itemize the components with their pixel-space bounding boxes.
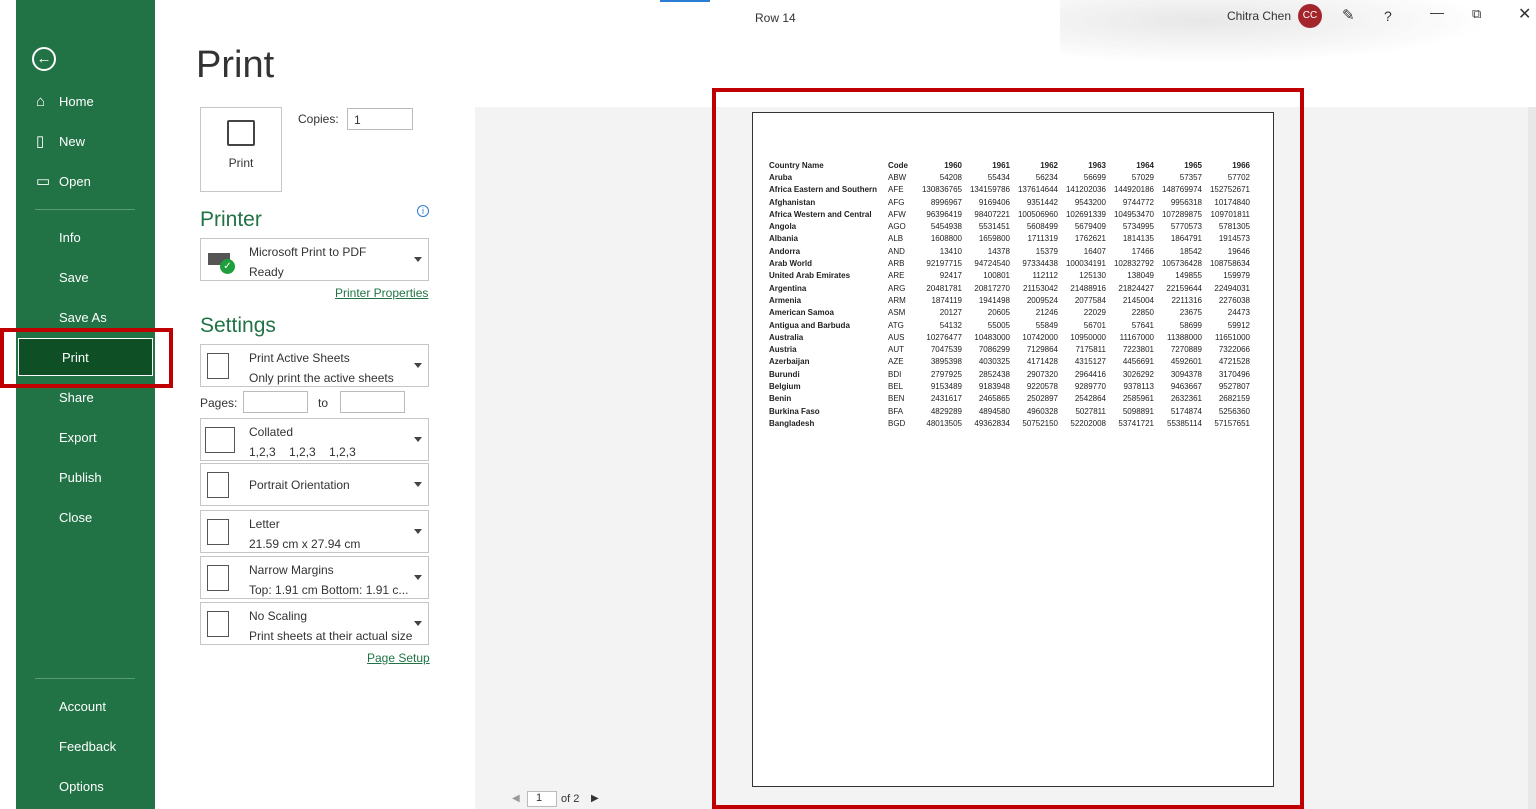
collated-icon [205,427,235,453]
nav-label: Save [59,269,89,285]
setting-title: Print Active Sheets [249,351,350,365]
back-button[interactable]: ← [32,47,56,71]
restore-button[interactable]: ⧉ [1472,6,1481,22]
printer-properties-link[interactable]: Printer Properties [335,286,428,300]
next-page-button[interactable]: ▶ [591,793,599,804]
nav-open[interactable]: ▭ Open [16,162,155,200]
pages-label: Pages: [200,396,238,410]
setting-title: Collated [249,425,294,439]
home-icon: ⌂ [36,92,46,110]
nav-close[interactable]: Close [16,498,155,536]
page-title: Print [196,44,275,86]
chevron-down-icon [414,528,422,538]
prev-page-button[interactable]: ◀ [512,793,520,804]
paper-size-icon [207,519,229,545]
setting-subtitle: Print sheets at their actual size [249,629,413,643]
nav-label: Info [59,229,81,245]
copies-input[interactable]: 1 [347,108,413,130]
nav-save[interactable]: Save [16,258,155,296]
nav-label: Publish [59,469,102,485]
nav-label: Home [59,93,94,109]
sheets-icon [207,353,229,379]
setting-margins-dropdown[interactable]: Narrow Margins Top: 1.91 cm Bottom: 1.91 … [200,556,429,599]
setting-subtitle: Top: 1.91 cm Bottom: 1.91 c... [249,583,409,597]
minimize-button[interactable]: — [1430,4,1444,20]
setting-collated-dropdown[interactable]: Collated 1,2,3 1,2,3 1,2,3 [200,418,429,461]
nav-label: Close [59,509,93,525]
chevron-down-icon [414,362,422,372]
print-button-label: Print [228,156,254,170]
new-file-icon: ▯ [36,133,45,150]
chevron-down-icon [414,436,422,446]
margins-icon [207,565,229,591]
printer-ready-icon: ✓ [206,247,235,274]
backstage-sidebar: ← ⌂ Home ▯ New ▭ Open Info Save Save As Print Shar… [16,0,155,809]
pages-to-label: to [318,396,329,410]
info-icon[interactable]: i [417,205,429,217]
print-button[interactable]: Print [200,107,282,192]
divider [35,209,135,210]
setting-subtitle: 1,2,3 1,2,3 1,2,3 [249,445,356,459]
nav-options[interactable]: Options [16,767,155,805]
nav-account[interactable]: Account [16,687,155,725]
nav-label: Export [59,429,97,445]
printer-header: Printer [200,208,262,231]
document-title: Row 14 [755,11,796,25]
setting-scaling-dropdown[interactable]: No Scaling Print sheets at their actual s… [200,602,429,645]
copies-label: Copies: [298,112,339,126]
printer-icon [227,120,255,146]
setting-portrait-dropdown[interactable]: Portrait Orientation [200,463,429,506]
setting-subtitle: 21.59 cm x 27.94 cm [249,537,361,551]
setting-paper-size-dropdown[interactable]: Letter 21.59 cm x 27.94 cm [200,510,429,553]
nav-publish[interactable]: Publish [16,458,155,496]
nav-new[interactable]: ▯ New [16,122,155,160]
divider [35,678,135,679]
nav-label: New [59,133,86,149]
setting-title: Narrow Margins [249,563,334,577]
highlight-preview [712,88,1304,809]
chevron-down-icon [414,256,422,266]
chevron-down-icon [414,481,422,491]
nav-label: Share [59,389,94,405]
portrait-icon [207,472,229,498]
printer-status: Ready [249,265,284,279]
user-name[interactable]: Chitra Chen [1227,9,1291,23]
page-setup-link[interactable]: Page Setup [367,651,430,665]
close-button[interactable]: ✕ [1518,4,1531,24]
nav-export[interactable]: Export [16,418,155,456]
nav-feedback[interactable]: Feedback [16,727,155,765]
chevron-down-icon [414,574,422,584]
page-number-input[interactable]: 1 [527,791,557,807]
nav-info[interactable]: Info [16,218,155,256]
highlight-print-nav [0,328,173,388]
nav-label: Save As [59,309,107,325]
printer-name: Microsoft Print to PDF [249,245,367,259]
preview-scrollbar[interactable] [1528,107,1536,809]
setting-sheets-dropdown[interactable]: Print Active Sheets Only print the active… [200,344,429,387]
setting-subtitle: Only print the active sheets [249,371,394,385]
feedback-icon[interactable]: ✎ [1342,6,1355,24]
folder-open-icon: ▭ [36,173,51,190]
page-count: of 2 [561,793,580,805]
help-button[interactable]: ? [1384,8,1392,24]
nav-label: Open [59,173,91,189]
pages-from-input[interactable] [243,391,308,413]
setting-title: Letter [249,517,280,531]
avatar[interactable]: CC [1298,4,1322,28]
setting-title: Portrait Orientation [249,478,350,492]
nav-home[interactable]: ⌂ Home [16,82,155,120]
title-accent [660,0,710,2]
scaling-icon [207,611,229,637]
settings-header: Settings [200,314,276,337]
chevron-down-icon [414,620,422,630]
printer-dropdown[interactable]: ✓ Microsoft Print to PDF Ready [200,238,429,281]
setting-title: No Scaling [249,609,308,623]
pages-to-input[interactable] [340,391,405,413]
